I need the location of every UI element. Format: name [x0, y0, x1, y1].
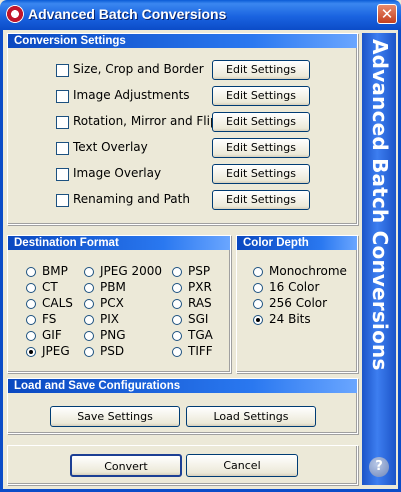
conversion-settings-group: Conversion Settings Size, Crop and Borde… [7, 33, 358, 225]
option-label: Text Overlay [73, 140, 148, 154]
edit-settings-button[interactable]: Edit Settings [212, 138, 310, 158]
format-label: TGA [188, 328, 213, 342]
format-label: PSP [188, 264, 211, 278]
radio-icon[interactable] [26, 267, 36, 277]
side-banner: Advanced Batch Conversions ? [362, 33, 396, 485]
help-icon: ? [375, 459, 383, 474]
radio-icon[interactable] [84, 267, 94, 277]
option-checkbox[interactable] [56, 64, 69, 77]
convert-button[interactable]: Convert [70, 454, 182, 477]
edit-settings-button[interactable]: Edit Settings [212, 112, 310, 132]
option-label: Rotation, Mirror and Flip [73, 114, 218, 128]
conversion-option-row: Size, Crop and Border Edit Settings [8, 60, 357, 82]
color-depth-label: 16 Color [269, 280, 320, 294]
close-icon: ✕ [380, 5, 394, 23]
save-settings-button[interactable]: Save Settings [50, 406, 180, 427]
format-label: GIF [42, 328, 62, 342]
format-label: PXR [188, 280, 212, 294]
radio-icon[interactable] [253, 299, 263, 309]
format-label: SGI [188, 312, 209, 326]
window-title: Advanced Batch Conversions [28, 6, 227, 22]
option-label: Size, Crop and Border [73, 62, 204, 76]
format-label: PBM [100, 280, 126, 294]
help-button[interactable]: ? [369, 457, 389, 477]
edit-settings-button[interactable]: Edit Settings [212, 164, 310, 184]
conversion-option-row: Rotation, Mirror and Flip Edit Settings [8, 112, 357, 134]
option-checkbox[interactable] [56, 90, 69, 103]
radio-icon[interactable] [26, 331, 36, 341]
radio-icon[interactable] [26, 347, 36, 357]
radio-icon[interactable] [253, 283, 263, 293]
side-banner-text: Advanced Batch Conversions [368, 39, 392, 371]
format-label: PSD [100, 344, 125, 358]
radio-icon[interactable] [84, 283, 94, 293]
app-logo-icon [6, 5, 24, 23]
edit-settings-button[interactable]: Edit Settings [212, 60, 310, 80]
option-checkbox[interactable] [56, 168, 69, 181]
radio-icon[interactable] [84, 299, 94, 309]
format-label: BMP [42, 264, 68, 278]
conversion-option-row: Renaming and Path Edit Settings [8, 190, 357, 212]
radio-icon[interactable] [172, 267, 182, 277]
radio-icon[interactable] [84, 315, 94, 325]
conversion-option-row: Text Overlay Edit Settings [8, 138, 357, 160]
format-label: JPEG [42, 344, 70, 358]
radio-icon[interactable] [172, 283, 182, 293]
load-save-group: Load and Save Configurations Save Settin… [7, 378, 358, 434]
edit-settings-button[interactable]: Edit Settings [212, 190, 310, 210]
format-label: CT [42, 280, 58, 294]
format-label: FS [42, 312, 57, 326]
format-label: CALS [42, 296, 73, 310]
cancel-button[interactable]: Cancel [186, 454, 298, 477]
destination-format-heading: Destination Format [8, 236, 230, 250]
footer-group: Convert Cancel [7, 445, 358, 485]
radio-icon[interactable] [26, 315, 36, 325]
radio-icon[interactable] [172, 299, 182, 309]
option-checkbox[interactable] [56, 142, 69, 155]
format-label: TIFF [188, 344, 213, 358]
radio-icon[interactable] [84, 331, 94, 341]
color-depth-label: Monochrome [269, 264, 347, 278]
option-label: Image Adjustments [73, 88, 190, 102]
close-button[interactable]: ✕ [377, 4, 397, 24]
color-depth-label: 256 Color [269, 296, 328, 310]
color-depth-label: 24 Bits [269, 312, 311, 326]
radio-icon[interactable] [26, 283, 36, 293]
window-frame-left [0, 30, 3, 492]
option-label: Renaming and Path [73, 192, 190, 206]
load-settings-button[interactable]: Load Settings [186, 406, 316, 427]
radio-icon[interactable] [26, 299, 36, 309]
format-label: PCX [100, 296, 124, 310]
radio-icon[interactable] [253, 315, 263, 325]
color-depth-group: Color Depth Monochrome 16 Color 256 Color 2… [236, 235, 358, 373]
option-label: Image Overlay [73, 166, 162, 180]
edit-settings-button[interactable]: Edit Settings [212, 86, 310, 106]
option-checkbox[interactable] [56, 194, 69, 207]
radio-icon[interactable] [172, 331, 182, 341]
format-label: RAS [188, 296, 212, 310]
conversion-settings-heading: Conversion Settings [8, 34, 357, 48]
destination-format-group: Destination Format BMP CT CALS FS GIF JPEG JPE… [7, 235, 231, 373]
radio-icon[interactable] [84, 347, 94, 357]
title-bar[interactable]: Advanced Batch Conversions ✕ [0, 0, 401, 30]
radio-icon[interactable] [253, 267, 263, 277]
load-save-heading: Load and Save Configurations [8, 379, 357, 393]
color-depth-heading: Color Depth [237, 236, 357, 250]
format-label: PNG [100, 328, 126, 342]
radio-icon[interactable] [172, 347, 182, 357]
conversion-option-row: Image Adjustments Edit Settings [8, 86, 357, 108]
format-label: PIX [100, 312, 119, 326]
format-label: JPEG 2000 [100, 264, 163, 278]
conversion-option-row: Image Overlay Edit Settings [8, 164, 357, 186]
option-checkbox[interactable] [56, 116, 69, 129]
radio-icon[interactable] [172, 315, 182, 325]
